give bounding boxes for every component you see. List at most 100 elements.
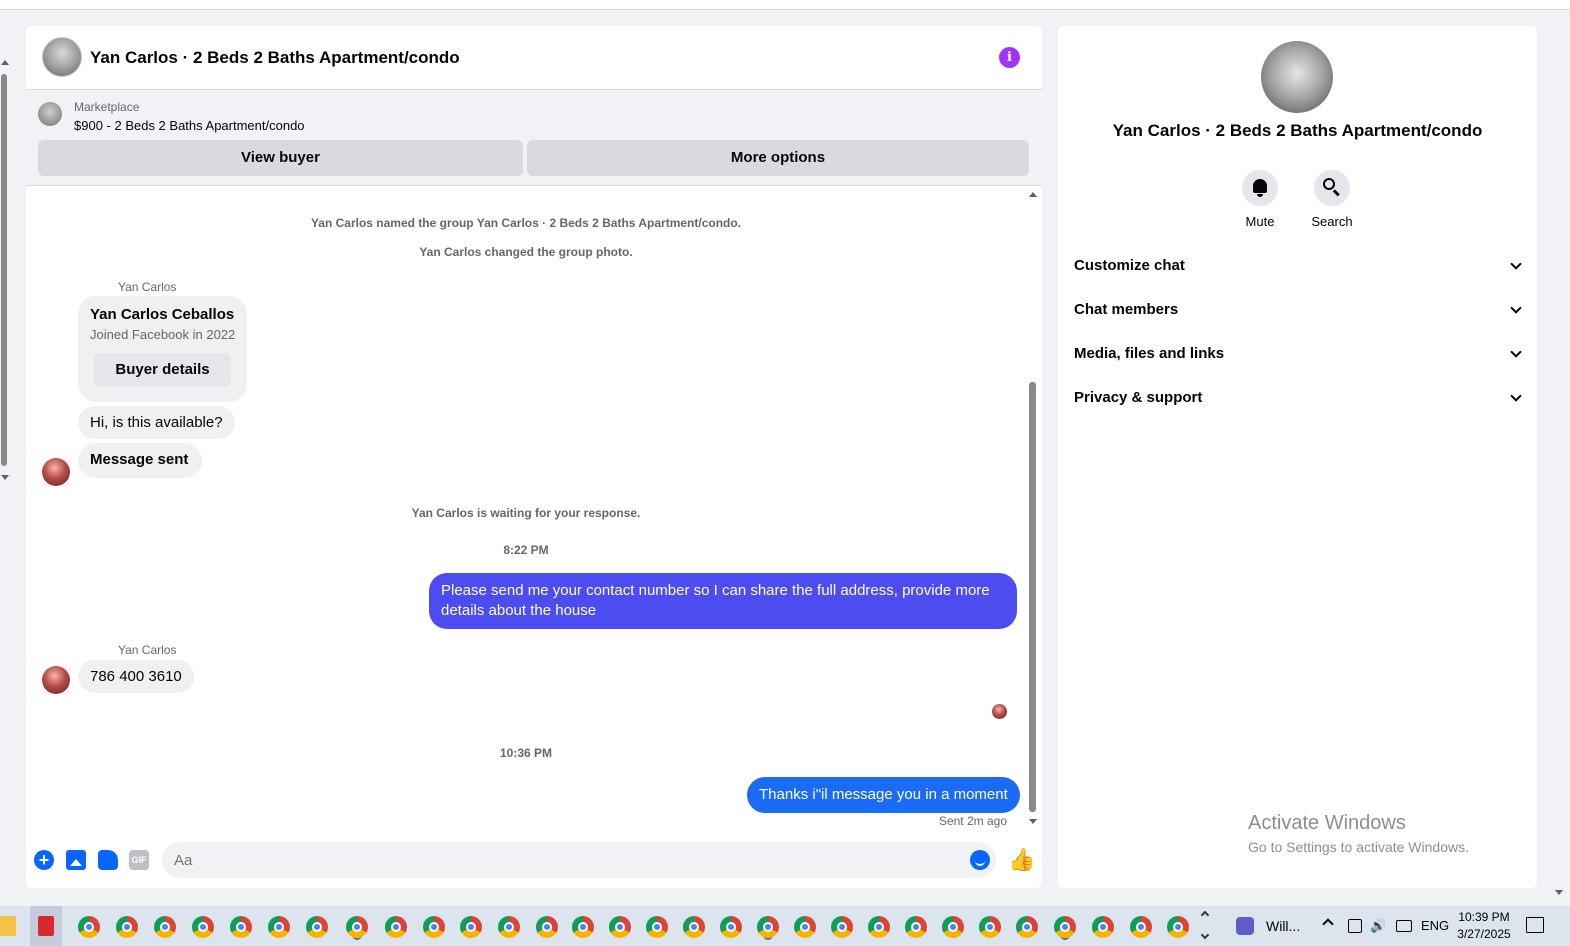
- section-label: Chat members: [1074, 301, 1179, 318]
- taskbar-scroll[interactable]: [1200, 908, 1212, 944]
- chrome-icon[interactable]: [385, 916, 407, 938]
- sender-name: Yan Carlos: [118, 643, 177, 657]
- notification-icon[interactable]: [1526, 917, 1544, 933]
- chrome-icon[interactable]: [230, 916, 252, 938]
- taskbar-app-active[interactable]: [30, 906, 62, 946]
- bell-icon[interactable]: [1242, 170, 1278, 206]
- file-explorer-icon[interactable]: [0, 916, 16, 936]
- info-icon[interactable]: i: [999, 47, 1020, 68]
- clock-time: 10:39 PM: [1458, 910, 1510, 924]
- chrome-icon[interactable]: [306, 916, 328, 938]
- message-list: Yan Carlos named the group Yan Carlos · …: [26, 187, 1042, 833]
- chevron-up-icon[interactable]: [1200, 910, 1210, 920]
- video-app-icon: [1236, 917, 1254, 935]
- section-media-files-links[interactable]: Media, files and links: [1074, 342, 1522, 366]
- chrome-icon[interactable]: [868, 916, 890, 938]
- page-scroll-down-icon[interactable]: [1555, 890, 1563, 895]
- chat-title[interactable]: Yan Carlos · 2 Beds 2 Baths Apartment/co…: [90, 48, 460, 68]
- search-label: Search: [1311, 214, 1353, 229]
- group-avatar-large[interactable]: [1261, 41, 1333, 113]
- section-chat-members[interactable]: Chat members: [1074, 298, 1522, 322]
- scroll-down-icon[interactable]: [1029, 819, 1037, 824]
- language-indicator[interactable]: ENG: [1421, 918, 1449, 933]
- watermark-subtitle: Go to Settings to activate Windows.: [1248, 839, 1469, 855]
- plus-icon[interactable]: +: [34, 850, 54, 870]
- group-avatar[interactable]: [42, 37, 82, 77]
- chrome-icon[interactable]: [116, 916, 138, 938]
- clock-date: 3/27/2025: [1457, 927, 1511, 941]
- photo-icon[interactable]: [66, 850, 86, 870]
- chrome-icon[interactable]: [572, 916, 594, 938]
- scroll-up-icon[interactable]: [1029, 192, 1037, 197]
- chrome-icon[interactable]: [1054, 916, 1076, 938]
- chrome-icon[interactable]: [536, 916, 558, 938]
- section-privacy-support[interactable]: Privacy & support: [1074, 386, 1522, 410]
- chrome-icon[interactable]: [979, 916, 1001, 938]
- network-icon[interactable]: [1396, 920, 1412, 932]
- chevron-down-icon[interactable]: [1200, 930, 1210, 940]
- sender-avatar[interactable]: [42, 458, 70, 486]
- incoming-message[interactable]: Hi, is this available?: [78, 406, 235, 439]
- scroll-down-icon[interactable]: [1, 475, 9, 480]
- page-scrollbar[interactable]: [0, 60, 9, 480]
- chrome-icon[interactable]: [757, 916, 779, 938]
- device-icon[interactable]: [1348, 919, 1362, 933]
- search-button[interactable]: Search: [1297, 170, 1367, 229]
- chrome-icon[interactable]: [1016, 916, 1038, 938]
- thumbs-up-icon[interactable]: 👍: [1008, 848, 1035, 872]
- more-options-button[interactable]: More options: [527, 140, 1029, 176]
- show-hidden-icons-icon[interactable]: [1322, 918, 1334, 930]
- buyer-card: Yan Carlos Ceballos Joined Facebook in 2…: [78, 296, 247, 402]
- scroll-up-icon[interactable]: [1, 60, 9, 65]
- listing-title[interactable]: $900 - 2 Beds 2 Baths Apartment/condo: [74, 118, 305, 133]
- chrome-icon[interactable]: [942, 916, 964, 938]
- buyer-details-button[interactable]: Buyer details: [94, 353, 231, 386]
- chrome-icon[interactable]: [794, 916, 816, 938]
- section-customize-chat[interactable]: Customize chat: [1074, 254, 1522, 278]
- gif-icon[interactable]: GIF: [129, 850, 149, 870]
- timestamp: 10:36 PM: [499, 746, 553, 760]
- sender-avatar[interactable]: [42, 666, 70, 694]
- search-icon[interactable]: [1314, 170, 1350, 206]
- incoming-message[interactable]: 786 400 3610: [78, 660, 194, 693]
- chrome-icon[interactable]: [683, 916, 705, 938]
- chrome-icon[interactable]: [646, 916, 668, 938]
- incoming-message[interactable]: Message sent: [78, 443, 203, 478]
- chrome-icon[interactable]: [423, 916, 445, 938]
- mute-button[interactable]: Mute: [1225, 170, 1295, 229]
- taskbar-video-app[interactable]: Will...: [1228, 906, 1308, 946]
- chat-scrollbar[interactable]: [1028, 192, 1038, 824]
- scroll-thumb[interactable]: [1029, 382, 1036, 812]
- chrome-icon[interactable]: [346, 916, 368, 938]
- message-status: Sent 2m ago: [938, 814, 1007, 828]
- chrome-icon[interactable]: [78, 916, 100, 938]
- sticker-icon[interactable]: [98, 850, 118, 870]
- chrome-icon[interactable]: [498, 916, 520, 938]
- message-input[interactable]: [162, 842, 996, 878]
- outgoing-message[interactable]: Thanks i"il message you in a moment: [747, 777, 1020, 813]
- view-buyer-button[interactable]: View buyer: [38, 140, 523, 176]
- emoji-icon[interactable]: [970, 850, 990, 870]
- scroll-thumb[interactable]: [1, 74, 7, 466]
- chrome-icon[interactable]: [831, 916, 853, 938]
- chrome-icon[interactable]: [905, 916, 927, 938]
- chrome-icon[interactable]: [1092, 916, 1114, 938]
- chrome-icon[interactable]: [1130, 916, 1152, 938]
- autocad-icon[interactable]: [38, 916, 54, 936]
- chrome-icon[interactable]: [268, 916, 290, 938]
- marketplace-label: Marketplace: [74, 100, 140, 114]
- chrome-icon[interactable]: [1167, 916, 1189, 938]
- system-message-waiting: Yan Carlos is waiting for your response.: [411, 506, 641, 520]
- activate-windows-watermark: Activate Windows Go to Settings to activ…: [1248, 812, 1469, 855]
- outgoing-message[interactable]: Please send me your contact number so I …: [429, 573, 1017, 629]
- listing-thumbnail[interactable]: [38, 102, 62, 126]
- chrome-icon[interactable]: [720, 916, 742, 938]
- system-clock[interactable]: 10:39 PM 3/27/2025: [1454, 909, 1514, 943]
- chrome-icon[interactable]: [154, 916, 176, 938]
- system-message-named: Yan Carlos named the group Yan Carlos · …: [310, 216, 742, 230]
- chrome-icon[interactable]: [192, 916, 214, 938]
- chrome-icon[interactable]: [460, 916, 482, 938]
- section-label: Media, files and links: [1074, 345, 1225, 362]
- volume-icon[interactable]: 🔊: [1370, 918, 1386, 934]
- chrome-icon[interactable]: [609, 916, 631, 938]
